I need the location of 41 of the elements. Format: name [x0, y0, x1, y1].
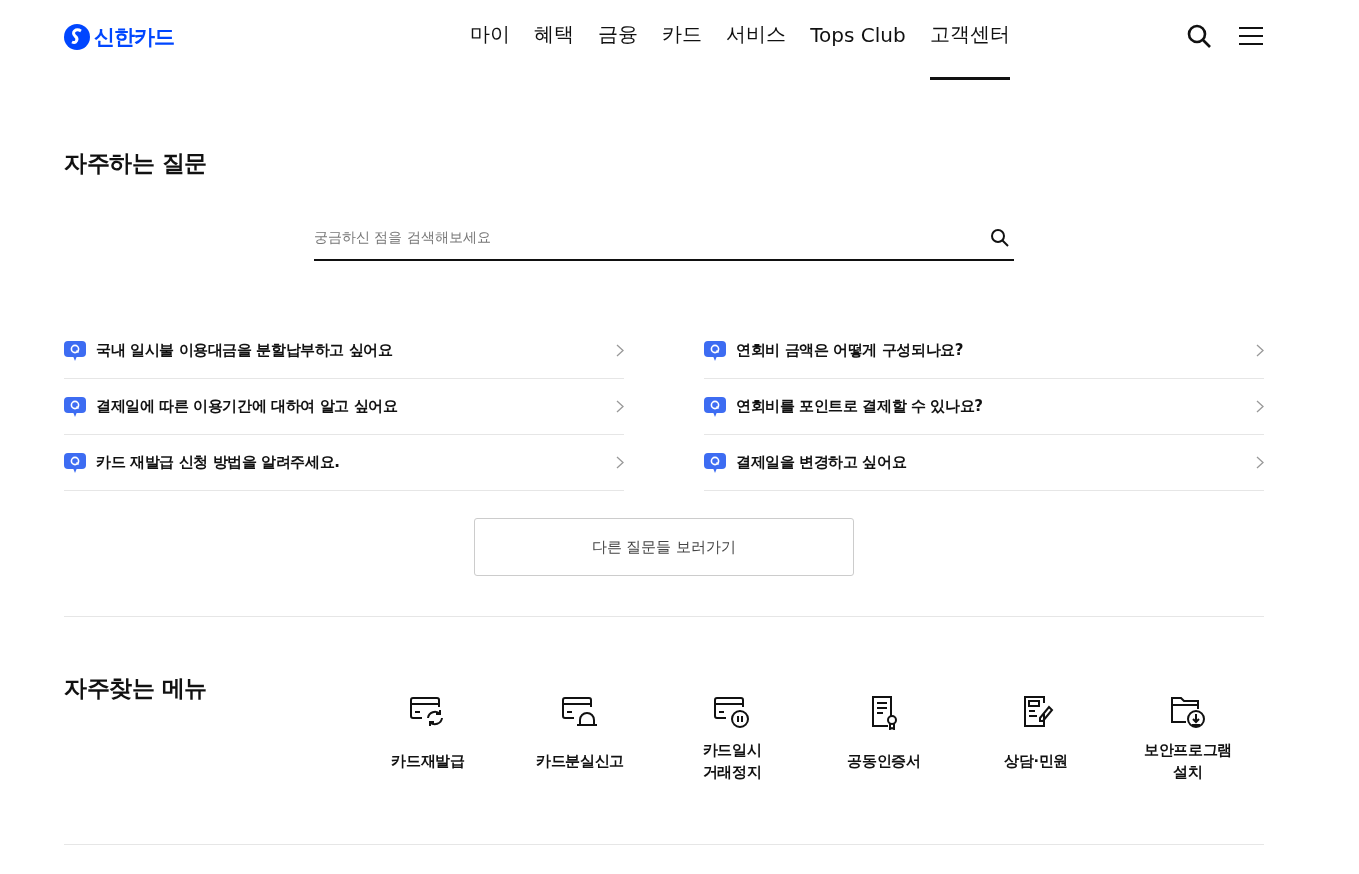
menu-shortcut[interactable]: 카드재발급: [352, 694, 504, 784]
nav-tab[interactable]: 서비스: [726, 0, 787, 80]
section-title: 자주하는 질문: [64, 149, 208, 178]
faq-item[interactable]: 결제일에 따른 이용기간에 대하여 알고 싶어요: [64, 379, 624, 435]
menu-shortcut[interactable]: 보안프로그램 설치: [1112, 694, 1264, 784]
question-bubble-icon: [704, 396, 726, 417]
menu-shortcut[interactable]: 상담·민원: [960, 694, 1112, 784]
nav-tab[interactable]: 마이: [470, 0, 511, 80]
chevron-right-icon: [616, 400, 624, 413]
nav-tab[interactable]: 고객센터: [929, 0, 1010, 80]
search-icon[interactable]: [990, 228, 1010, 248]
question-bubble-icon: [64, 452, 86, 473]
menu-shortcut[interactable]: 카드분실신고: [504, 694, 656, 784]
question-bubble-icon: [64, 396, 86, 417]
chevron-right-icon: [616, 344, 624, 357]
nav-tab[interactable]: 카드: [662, 0, 703, 80]
section-title: 자주찾는 메뉴: [64, 674, 208, 703]
menu-icon[interactable]: [1238, 26, 1264, 46]
chevron-right-icon: [616, 456, 624, 469]
question-bubble-icon: [64, 340, 86, 361]
logo-icon: [64, 24, 90, 50]
search-icon[interactable]: [1186, 23, 1212, 49]
card-icon: [712, 694, 752, 730]
faq-item[interactable]: 국내 일시불 이용대금을 분할납부하고 싶어요: [64, 323, 624, 379]
question-bubble-icon: [704, 340, 726, 361]
nav-tab[interactable]: 혜택: [534, 0, 575, 80]
menu-shortcut[interactable]: 카드일시 거래정지: [656, 694, 808, 784]
menu-shortcut[interactable]: 공동인증서: [808, 694, 960, 784]
faq-item[interactable]: 연회비를 포인트로 결제할 수 있나요?: [704, 379, 1264, 435]
faq-item[interactable]: 연회비 금액은 어떻게 구성되나요?: [704, 323, 1264, 379]
faq-item[interactable]: 결제일을 변경하고 싶어요: [704, 435, 1264, 491]
chevron-right-icon: [1256, 344, 1264, 357]
chevron-right-icon: [1256, 400, 1264, 413]
folder-download-icon: [1168, 694, 1208, 730]
question-bubble-icon: [704, 452, 726, 473]
logo-text[interactable]: 신한카드: [94, 23, 174, 51]
more-questions-button[interactable]: 다른 질문들 보러가기: [474, 518, 854, 576]
nav-tab[interactable]: Tops Club: [810, 0, 906, 80]
chevron-right-icon: [1256, 456, 1264, 469]
nav-tab[interactable]: 금융: [598, 0, 639, 80]
faq-item[interactable]: 카드 재발급 신청 방법을 알려주세요.: [64, 435, 624, 491]
